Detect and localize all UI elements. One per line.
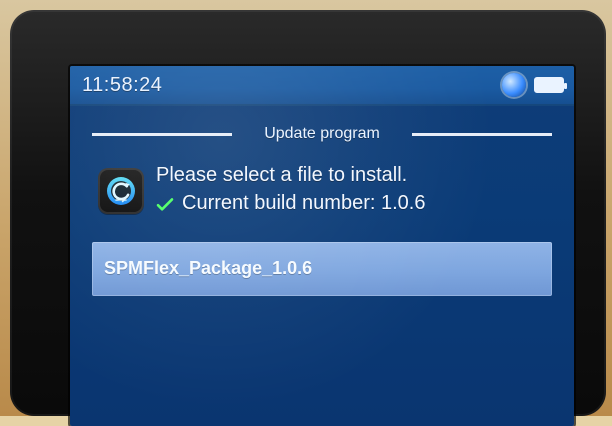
status-bar: 11:58:24 xyxy=(70,66,574,106)
current-build-line: Current build number: 1.0.6 xyxy=(156,192,425,215)
device-frame: 11:58:24 Update program Please select a … xyxy=(10,10,606,426)
file-list-item[interactable]: SPMFlex_Package_1.0.6 xyxy=(92,242,552,296)
status-time: 11:58:24 xyxy=(82,74,163,96)
status-icons xyxy=(502,73,567,97)
file-name: SPMFlex_Package_1.0.6 xyxy=(104,258,313,278)
current-build-text: Current build number: 1.0.6 xyxy=(182,192,426,214)
install-prompt: Please select a file to install. xyxy=(156,164,408,186)
title-divider-right xyxy=(412,133,552,136)
device-screen: 11:58:24 Update program Please select a … xyxy=(70,66,574,426)
photo-background: 11:58:24 Update program Please select a … xyxy=(0,0,612,426)
status-circle-icon xyxy=(502,73,526,97)
update-icon xyxy=(98,168,144,214)
file-list: SPMFlex_Package_1.0.6 xyxy=(92,242,552,296)
dialog-message-area: Please select a file to install. Current… xyxy=(94,158,554,228)
check-icon xyxy=(156,197,174,211)
battery-icon xyxy=(534,77,567,93)
dialog-title-row: Update program xyxy=(70,122,574,146)
